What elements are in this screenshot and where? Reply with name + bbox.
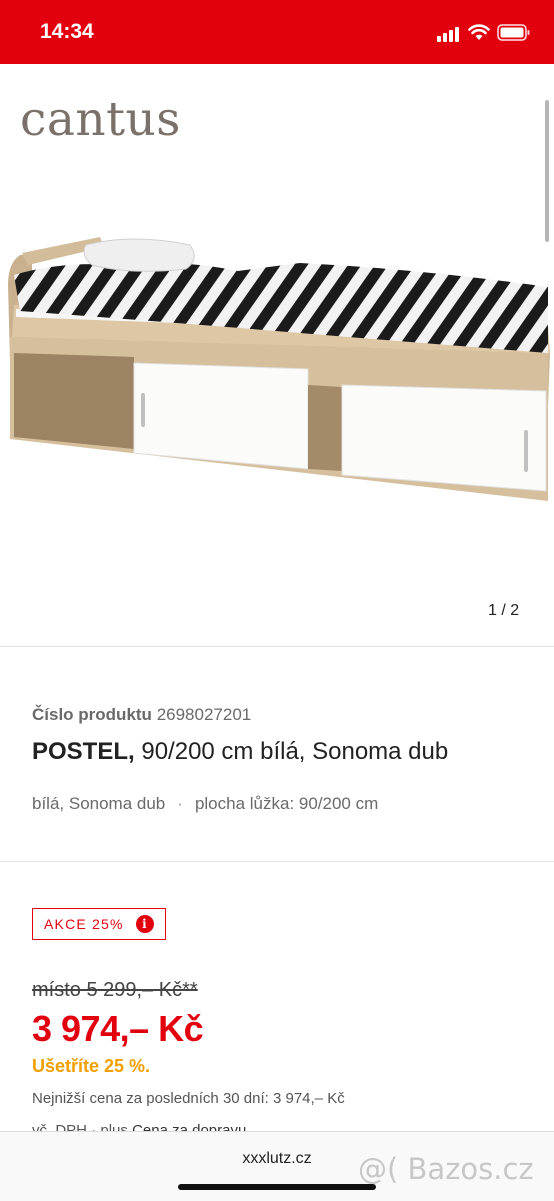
home-indicator[interactable] bbox=[178, 1184, 376, 1190]
sale-price: 3 974,– Kč bbox=[32, 1008, 204, 1049]
product-number-label: Číslo produktu bbox=[32, 705, 152, 724]
watermark-logo: @( Bazos.cz bbox=[358, 1152, 534, 1186]
status-bar: 14:34 bbox=[0, 0, 554, 64]
sale-badge: AKCE 25% i bbox=[32, 908, 166, 940]
brand-logo: cantus bbox=[20, 92, 181, 147]
sale-badge-label: AKCE 25% bbox=[44, 916, 124, 932]
attribute-size: plocha lůžka: 90/200 cm bbox=[194, 794, 379, 813]
status-time: 14:34 bbox=[40, 20, 94, 43]
battery-icon bbox=[497, 24, 530, 41]
product-name: POSTEL, bbox=[32, 738, 135, 765]
product-description: 90/200 cm bílá, Sonoma dub bbox=[141, 738, 449, 765]
savings-text: Ušetříte 25 %. bbox=[32, 1056, 151, 1076]
product-title: POSTEL, 90/200 cm bílá, Sonoma dub bbox=[32, 738, 448, 766]
product-image[interactable] bbox=[0, 225, 554, 515]
product-number-value: 2698027201 bbox=[156, 705, 252, 724]
divider bbox=[0, 646, 554, 647]
image-counter: 1 / 2 bbox=[488, 602, 520, 619]
original-price: místo 5 299,– Kč** bbox=[32, 979, 198, 1001]
scroll-indicator[interactable] bbox=[545, 100, 549, 242]
product-number: Číslo produktu 2698027201 bbox=[32, 705, 251, 725]
lowest-price-note: Nejnižší cena za posledních 30 dní: 3 97… bbox=[32, 1090, 345, 1107]
wifi-icon bbox=[468, 24, 490, 40]
info-icon[interactable]: i bbox=[136, 915, 154, 933]
attribute-separator: · bbox=[177, 794, 183, 813]
attribute-color: bílá, Sonoma dub bbox=[32, 794, 166, 813]
product-attributes: bílá, Sonoma dub · plocha lůžka: 90/200 cm bbox=[32, 794, 378, 814]
divider bbox=[0, 861, 554, 862]
cellular-signal-icon bbox=[437, 26, 463, 42]
